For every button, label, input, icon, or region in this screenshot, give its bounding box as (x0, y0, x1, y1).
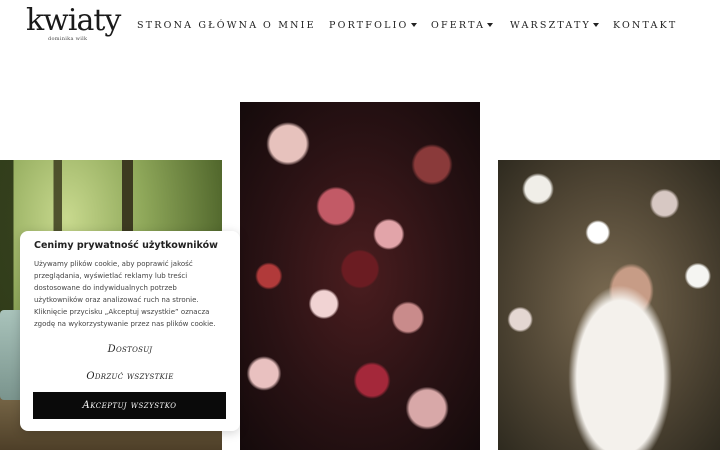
accept-all-button[interactable]: Akceptuj wszystko (33, 392, 226, 419)
cookie-description: Używamy plików cookie, aby poprawić jako… (34, 259, 230, 330)
cookie-consent-dialog: Cenimy prywatność użytkowników Używamy p… (20, 231, 240, 431)
cookie-text-line: użytkowników oraz analizować ruch na str… (34, 295, 199, 304)
nav-item-portfolio[interactable]: PORTFOLIO (329, 19, 417, 33)
reject-all-button[interactable]: Odrzuć wszystkie (34, 371, 226, 382)
cookie-title: Cenimy prywatność użytkowników (34, 240, 218, 251)
chevron-down-icon (592, 22, 599, 27)
bride-in-flowers-photo[interactable] (498, 160, 720, 450)
nav-item-label: O MNIE (263, 20, 316, 31)
site-logo[interactable]: kwiaty dominika wilk (26, 4, 121, 44)
nav-item-about[interactable]: O MNIE (263, 19, 316, 33)
chevron-down-icon (410, 22, 417, 27)
logo-tagline: dominika wilk (48, 36, 88, 42)
nav-item-offer[interactable]: OFERTA (431, 19, 494, 33)
nav-item-label: PORTFOLIO (329, 20, 409, 31)
customize-button[interactable]: Dostosuj (34, 344, 226, 355)
nav-item-label: KONTAKT (613, 20, 678, 31)
logo-wordmark: kwiaty (26, 3, 121, 38)
dark-flowers-photo[interactable] (240, 102, 480, 450)
cookie-text-line: Używamy plików cookie, aby poprawić jako… (34, 260, 193, 268)
cookie-text-line: Kliknięcie przycisku „Akceptuj wszystkie… (34, 307, 210, 316)
nav-item-label: STRONA GŁÓWNA (137, 20, 259, 31)
cookie-text-line: dostosowane do indywidualnych potrzeb (34, 283, 177, 292)
nav-item-label: WARSZTATY (510, 20, 591, 31)
cookie-text-line: zgodę na wykorzystywanie przez nas plikó… (34, 319, 216, 328)
nav-item-contact[interactable]: KONTAKT (613, 19, 677, 33)
chevron-down-icon (487, 22, 494, 27)
nav-item-home[interactable]: STRONA GŁÓWNA (137, 19, 258, 33)
cookie-text-line: przeglądania, wyświetlać reklamy lub tre… (34, 271, 188, 280)
nav-item-workshops[interactable]: WARSZTATY (510, 19, 599, 33)
nav-item-label: OFERTA (431, 20, 486, 31)
